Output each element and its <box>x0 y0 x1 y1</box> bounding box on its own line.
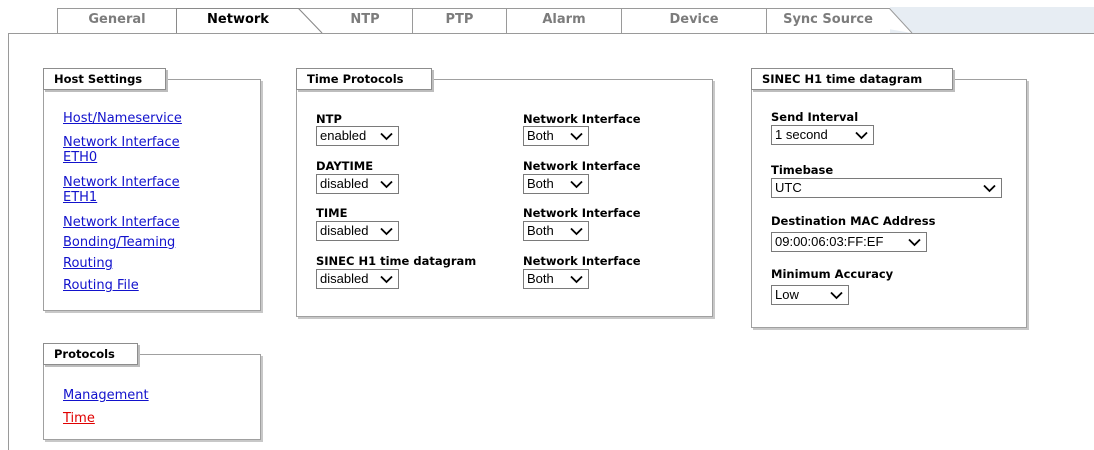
protocols-title: Protocols <box>43 343 138 365</box>
link-label-line2: Bonding/Teaming <box>63 235 176 250</box>
send-interval-select[interactable]: 1 second <box>771 125 874 145</box>
daytime-state-select[interactable]: disabled <box>316 174 399 194</box>
ntp-label: NTP <box>316 112 342 126</box>
daytime-label: DAYTIME <box>316 159 374 173</box>
sinec-interface-label: Network Interface <box>523 254 641 268</box>
link-time[interactable]: Time <box>63 410 95 428</box>
daytime-state-value: disabled <box>320 176 369 191</box>
tab-ptp[interactable]: PTP <box>413 11 506 29</box>
chevron-down-icon <box>380 275 393 284</box>
tab-network[interactable]: Network <box>178 11 298 29</box>
chevron-down-icon <box>570 275 583 284</box>
link-host-nameservice[interactable]: Host/Nameservice <box>63 110 182 128</box>
sinec-interface-value: Both <box>527 271 554 286</box>
min-accuracy-value: Low <box>775 287 799 302</box>
daytime-interface-label: Network Interface <box>523 159 641 173</box>
link-routing-file-label: Routing File <box>63 278 139 293</box>
link-network-interface-bonding[interactable]: Network Interface Bonding/Teaming <box>63 214 180 252</box>
chevron-down-icon <box>830 291 843 300</box>
link-routing-file[interactable]: Routing File <box>63 277 139 295</box>
min-accuracy-select[interactable]: Low <box>771 285 849 305</box>
sinec-protocol-label: SINEC H1 time datagram <box>316 254 477 268</box>
tab-ntp[interactable]: NTP <box>318 11 412 29</box>
sinec-title: SINEC H1 time datagram <box>751 68 953 90</box>
tab-bar: General Network NTP PTP Alarm Device Syn… <box>0 0 1094 34</box>
tab-sync-source[interactable]: Sync Source <box>767 11 889 29</box>
chevron-down-icon <box>380 180 393 189</box>
send-interval-value: 1 second <box>775 127 828 142</box>
dest-mac-select[interactable]: 09:00:06:03:FF:EF <box>771 232 927 252</box>
min-accuracy-label: Minimum Accuracy <box>771 267 894 281</box>
time-interface-value: Both <box>527 223 554 238</box>
chevron-down-icon <box>380 132 393 141</box>
chevron-down-icon <box>380 227 393 236</box>
daytime-interface-select[interactable]: Both <box>523 174 589 194</box>
ntp-interface-select[interactable]: Both <box>523 126 589 146</box>
link-management[interactable]: Management <box>63 387 149 405</box>
link-routing-label: Routing <box>63 256 113 271</box>
sinec-state-value: disabled <box>320 271 369 286</box>
tab-alarm[interactable]: Alarm <box>507 11 621 29</box>
tab-general[interactable]: General <box>58 11 176 29</box>
chevron-down-icon <box>908 238 921 247</box>
link-label-line1: Network Interface <box>63 215 180 230</box>
daytime-interface-value: Both <box>527 176 554 191</box>
time-state-select[interactable]: disabled <box>316 221 399 241</box>
chevron-down-icon <box>570 132 583 141</box>
link-routing[interactable]: Routing <box>63 255 113 273</box>
ntp-state-select[interactable]: enabled <box>316 126 399 146</box>
time-label: TIME <box>316 206 348 220</box>
sinec-interface-select[interactable]: Both <box>523 269 589 289</box>
time-protocols-title: Time Protocols <box>296 68 432 90</box>
ntp-interface-label: Network Interface <box>523 112 641 126</box>
link-network-interface-eth1[interactable]: Network Interface ETH1 <box>63 174 180 207</box>
dest-mac-value: 09:00:06:03:FF:EF <box>775 234 884 249</box>
chevron-down-icon <box>570 227 583 236</box>
dest-mac-label: Destination MAC Address <box>771 214 936 228</box>
timebase-label: Timebase <box>771 163 834 177</box>
link-network-interface-eth0[interactable]: Network Interface ETH0 <box>63 134 180 167</box>
sinec-state-select[interactable]: disabled <box>316 269 399 289</box>
chevron-down-icon <box>570 180 583 189</box>
ntp-state-value: enabled <box>320 128 367 143</box>
timebase-select[interactable]: UTC <box>771 178 1002 198</box>
chevron-down-icon <box>983 184 996 193</box>
tab-device[interactable]: Device <box>622 11 766 29</box>
host-settings-title: Host Settings <box>43 68 166 90</box>
link-host-nameservice-label: Host/Nameservice <box>63 111 182 126</box>
timebase-value: UTC <box>775 180 802 195</box>
chevron-down-icon <box>855 131 868 140</box>
ntp-interface-value: Both <box>527 128 554 143</box>
time-interface-label: Network Interface <box>523 206 641 220</box>
time-state-value: disabled <box>320 223 369 238</box>
time-interface-select[interactable]: Both <box>523 221 589 241</box>
send-interval-label: Send Interval <box>771 110 859 124</box>
